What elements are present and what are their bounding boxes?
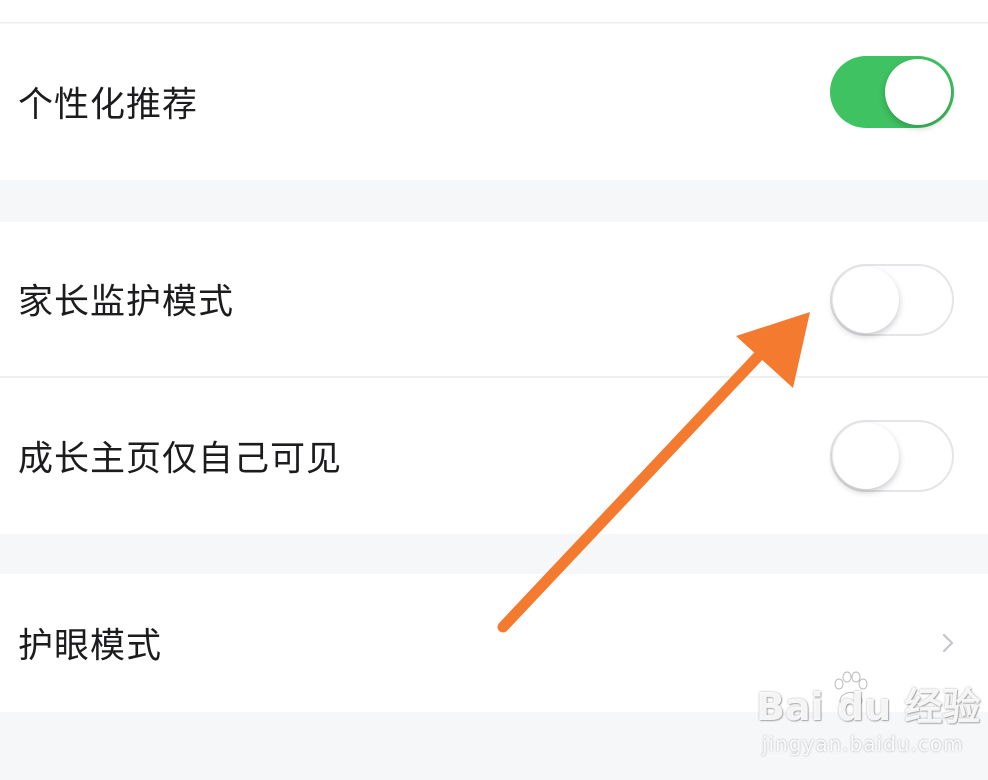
settings-row-eye-protection[interactable]: 护眼模式	[0, 574, 988, 712]
toggle-knob	[833, 267, 899, 333]
toggle-knob	[885, 59, 951, 125]
watermark-url: jingyan.baidu.com	[762, 732, 964, 756]
row-label: 成长主页仅自己可见	[18, 439, 343, 480]
row-label: 护眼模式	[18, 626, 163, 667]
row-label: 家长监护模式	[18, 282, 235, 323]
chevron-right-icon	[942, 633, 954, 653]
previous-row-edge	[0, 0, 988, 23]
row-label: 个性化推荐	[18, 85, 199, 126]
parental-mode-toggle[interactable]	[830, 264, 954, 336]
settings-row-personalized-recommendation[interactable]: 个性化推荐	[0, 24, 988, 180]
settings-screen: 个性化推荐 家长监护模式 成长主页仅自己可见 护眼模式 Bai du 经验 ji…	[0, 0, 988, 780]
toggle-knob	[833, 423, 899, 489]
settings-row-growth-page-private[interactable]: 成长主页仅自己可见	[0, 378, 988, 534]
personalized-recommendation-toggle[interactable]	[830, 56, 954, 128]
growth-page-private-toggle[interactable]	[830, 420, 954, 492]
settings-row-parental-mode[interactable]: 家长监护模式	[0, 222, 988, 376]
